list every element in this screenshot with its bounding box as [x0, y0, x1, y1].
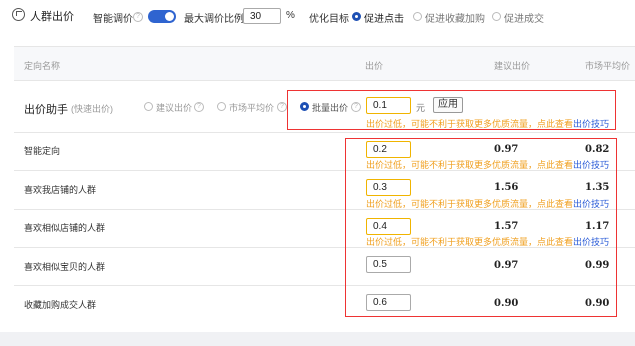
goal-option-deal[interactable]: 促进成交	[504, 10, 544, 25]
helper-option-suggest[interactable]: 建议出价	[156, 101, 192, 114]
goal-option-fav-cart[interactable]: 促进收藏加购	[425, 10, 485, 25]
row-name: 喜欢我店铺的人群	[24, 185, 97, 195]
goal-radio-fav-cart[interactable]	[413, 12, 422, 21]
help-icon[interactable]: ?	[277, 102, 287, 112]
helper-subtitle: (快速出价)	[71, 104, 113, 114]
page-title: 人群出价	[30, 11, 74, 23]
helper-highlight-box	[287, 90, 616, 130]
col-suggest-header: 建议出价	[494, 61, 531, 71]
row-name: 喜欢相似宝贝的人群	[24, 262, 106, 272]
goal-radio-deal[interactable]	[492, 12, 501, 21]
col-bid-header: 出价	[365, 61, 384, 71]
rows-highlight-box	[345, 138, 617, 317]
col-market-header: 市场平均价	[585, 61, 631, 71]
footer-bar	[0, 332, 635, 346]
helper-radio-market[interactable]	[217, 102, 226, 111]
row-name: 喜欢相似店铺的人群	[24, 223, 106, 233]
smart-bid-label: 智能调价	[93, 14, 133, 25]
table-header: 定向名称 出价 建议出价 市场平均价	[14, 46, 635, 81]
help-icon[interactable]: ?	[194, 102, 204, 112]
help-icon[interactable]: ?	[133, 12, 143, 22]
helper-title: 出价助手	[24, 104, 68, 116]
row-name: 收藏加购成交人群	[24, 300, 97, 310]
helper-option-market[interactable]: 市场平均价	[229, 101, 274, 114]
smart-bid-toggle[interactable]	[148, 10, 176, 23]
max-ratio-input[interactable]: 30	[243, 8, 281, 24]
row-name: 智能定向	[24, 146, 61, 156]
max-ratio-unit: %	[286, 10, 295, 21]
col-name-header: 定向名称	[24, 61, 61, 71]
goal-label: 优化目标	[309, 14, 349, 25]
row-divider	[14, 132, 635, 133]
crowd-icon	[12, 8, 25, 21]
helper-radio-suggest[interactable]	[144, 102, 153, 111]
max-ratio-label: 最大调价比例	[184, 14, 244, 25]
goal-option-click[interactable]: 促进点击	[364, 10, 404, 25]
goal-radio-click[interactable]	[352, 12, 361, 21]
